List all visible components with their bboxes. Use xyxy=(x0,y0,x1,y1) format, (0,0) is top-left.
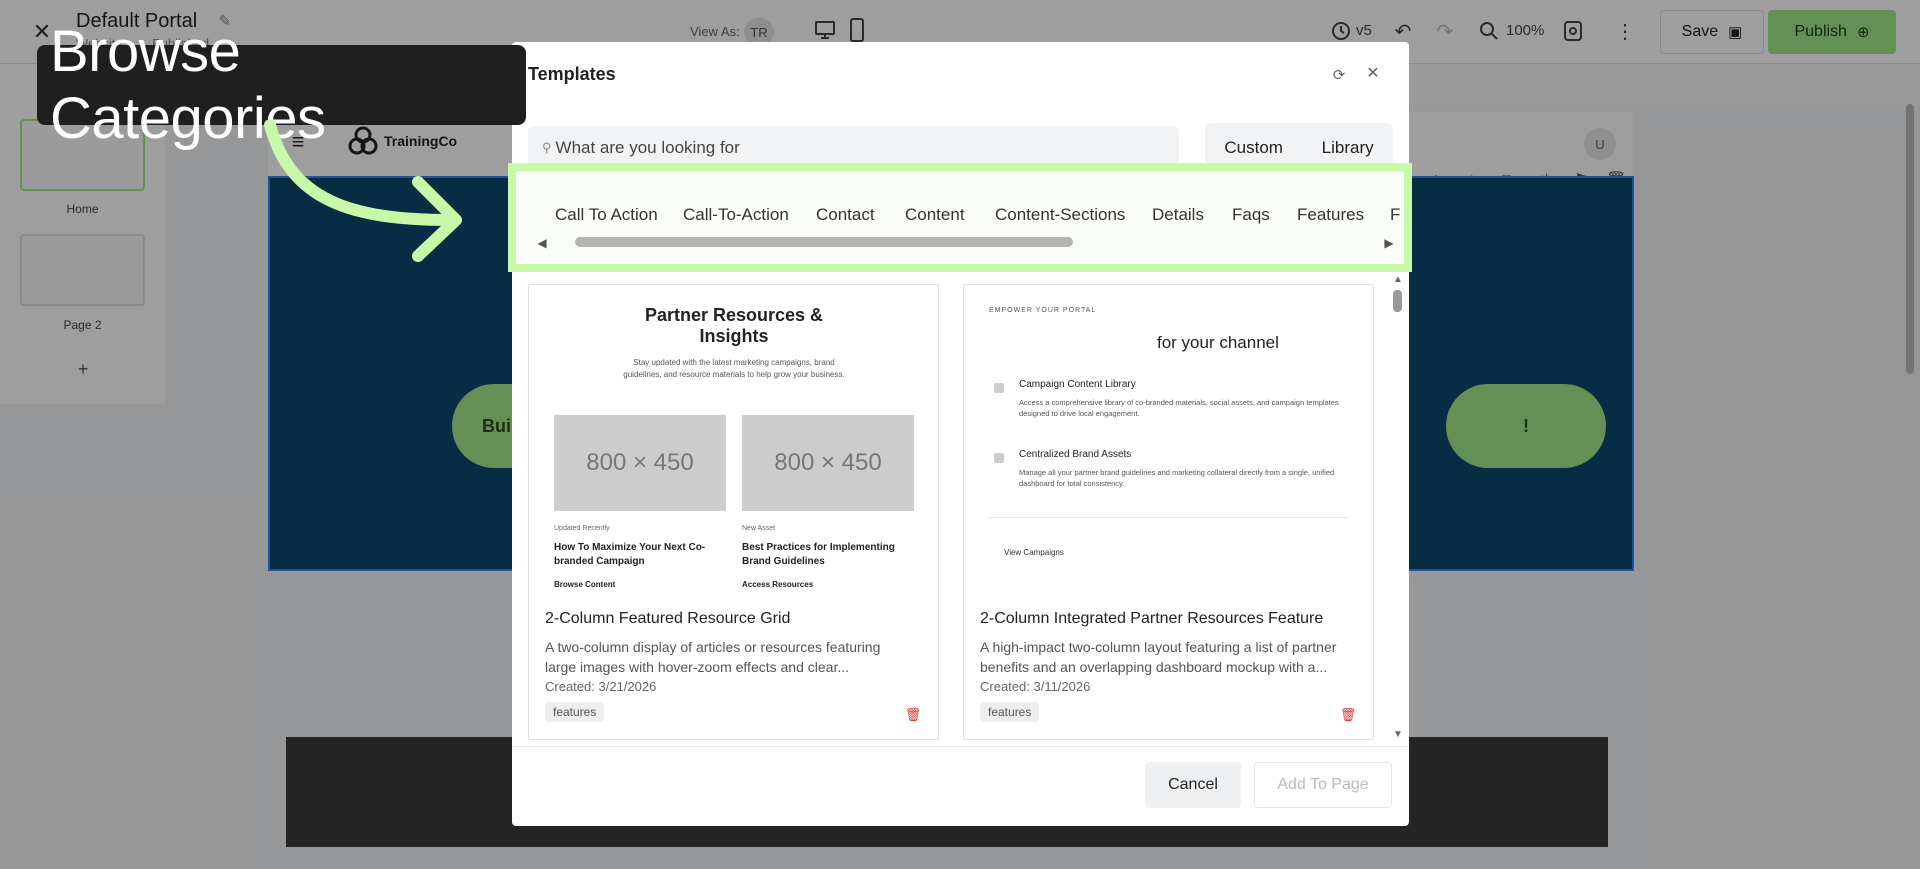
cancel-button[interactable]: Cancel xyxy=(1145,762,1241,808)
scroll-right-arrow-icon[interactable]: ▶ xyxy=(1383,236,1395,250)
card-title: 2-Column Integrated Partner Resources Fe… xyxy=(980,610,1324,627)
category-call-to-action[interactable]: Call To Action xyxy=(555,205,658,225)
item-link: Browse Content xyxy=(554,580,616,589)
refresh-icon[interactable]: ⟳ xyxy=(1330,66,1348,84)
category-features[interactable]: Features xyxy=(1297,205,1364,225)
category-content[interactable]: Content xyxy=(905,205,965,225)
feature-title: Campaign Content Library xyxy=(1019,379,1136,390)
delete-template-icon[interactable]: 🗑 xyxy=(905,707,922,723)
image-placeholder: 800 × 450 xyxy=(742,415,914,511)
search-placeholder: What are you looking for xyxy=(555,138,740,157)
category-content-sections[interactable]: Content-Sections xyxy=(995,205,1125,225)
card-title: 2-Column Featured Resource Grid xyxy=(545,610,791,627)
delete-template-icon[interactable]: 🗑 xyxy=(1340,707,1357,723)
item-kicker: Updated Recently xyxy=(554,525,610,532)
modal-close-icon[interactable]: ✕ xyxy=(1364,64,1382,82)
feature-description: Manage all your partner brand guidelines… xyxy=(1019,468,1335,488)
cancel-label: Cancel xyxy=(1168,776,1218,793)
add-to-page-button[interactable]: Add To Page xyxy=(1254,762,1392,808)
preview-link: View Campaigns xyxy=(1004,548,1064,557)
scroll-down-arrow-icon[interactable]: ▼ xyxy=(1392,729,1404,740)
add-to-page-label: Add To Page xyxy=(1277,776,1369,793)
feature-check-icon xyxy=(994,383,1004,393)
category-call-to-action-hyphen[interactable]: Call-To-Action xyxy=(683,205,789,225)
category-faqs[interactable]: Faqs xyxy=(1232,205,1270,225)
category-viewport: Call To Action Call-To-Action Contact Co… xyxy=(516,171,1404,264)
category-strip: Call To Action Call-To-Action Contact Co… xyxy=(508,163,1412,272)
feature-description: Access a comprehensive library of co-bra… xyxy=(1019,398,1339,418)
divider xyxy=(989,517,1349,518)
preview-heading: Partner Resources & Insights xyxy=(644,305,824,346)
item-title: How To Maximize Your Next Co-branded Cam… xyxy=(554,542,706,567)
preview-subtitle: Stay updated with the latest marketing c… xyxy=(623,358,845,379)
item-link: Access Resources xyxy=(742,580,814,589)
template-card[interactable]: EMPOWER YOUR PORTAL for your channel Cam… xyxy=(963,284,1374,740)
tab-library[interactable]: Library xyxy=(1322,138,1374,158)
card-created: Created: 3/11/2026 xyxy=(980,679,1091,694)
scroll-left-arrow-icon[interactable]: ◀ xyxy=(536,236,548,250)
modal-title: Templates xyxy=(528,64,616,84)
callout-label: Browse Categories xyxy=(37,19,526,151)
search-icon: ⚲ xyxy=(542,140,552,155)
scroll-up-arrow-icon[interactable]: ▲ xyxy=(1392,274,1404,285)
feature-title: Centralized Brand Assets xyxy=(1019,449,1132,460)
cards-scrollbar-thumb[interactable] xyxy=(1393,290,1402,312)
card-description: A two-column display of articles or reso… xyxy=(545,639,881,675)
category-scrollbar-thumb[interactable] xyxy=(575,237,1073,247)
modal-footer-divider xyxy=(512,746,1409,747)
category-f[interactable]: F xyxy=(1390,205,1400,225)
item-title: Best Practices for Implementing Brand Gu… xyxy=(742,542,895,567)
card-tag: features xyxy=(980,702,1040,722)
preview-kicker: EMPOWER YOUR PORTAL xyxy=(989,307,1097,314)
tab-custom[interactable]: Custom xyxy=(1224,138,1283,158)
template-card[interactable]: Partner Resources & Insights Stay update… xyxy=(528,284,939,740)
feature-check-icon xyxy=(994,453,1004,463)
image-placeholder: 800 × 450 xyxy=(554,415,726,511)
preview-heading: for your channel xyxy=(1157,333,1279,352)
card-tag: features xyxy=(545,702,605,722)
card-description: A high-impact two-column layout featurin… xyxy=(980,639,1337,675)
item-kicker: New Asset xyxy=(742,525,776,532)
callout-arrow-icon xyxy=(264,120,462,262)
category-contact[interactable]: Contact xyxy=(816,205,875,225)
card-created: Created: 3/21/2026 xyxy=(545,679,657,694)
category-details[interactable]: Details xyxy=(1152,205,1204,225)
